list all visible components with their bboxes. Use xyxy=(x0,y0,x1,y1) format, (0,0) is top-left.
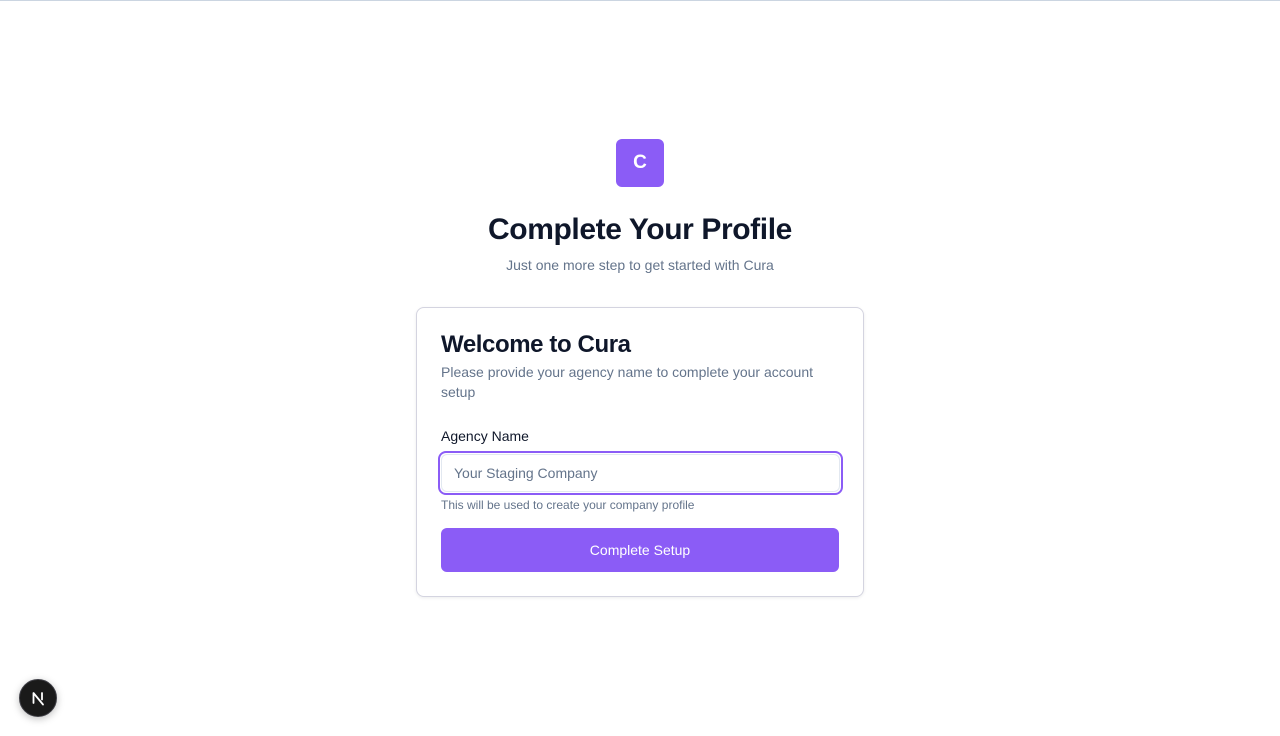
complete-setup-button[interactable]: Complete Setup xyxy=(441,528,839,572)
brand-logo: C xyxy=(616,139,664,187)
brand-logo-letter: C xyxy=(633,152,647,173)
agency-name-input[interactable] xyxy=(441,454,840,492)
top-divider xyxy=(0,0,1280,1)
nextjs-logo-icon xyxy=(32,692,44,706)
page-subtitle: Just one more step to get started with C… xyxy=(506,257,774,273)
card-description: Please provide your agency name to compl… xyxy=(441,364,813,400)
profile-card: Welcome to Cura Please provide your agen… xyxy=(416,307,864,597)
card-title: Welcome to Cura xyxy=(441,331,631,358)
page-title: Complete Your Profile xyxy=(488,213,792,246)
nextjs-dev-indicator-button[interactable] xyxy=(19,679,57,717)
agency-name-hint: This will be used to create your company… xyxy=(441,498,695,512)
agency-name-label: Agency Name xyxy=(441,428,529,444)
